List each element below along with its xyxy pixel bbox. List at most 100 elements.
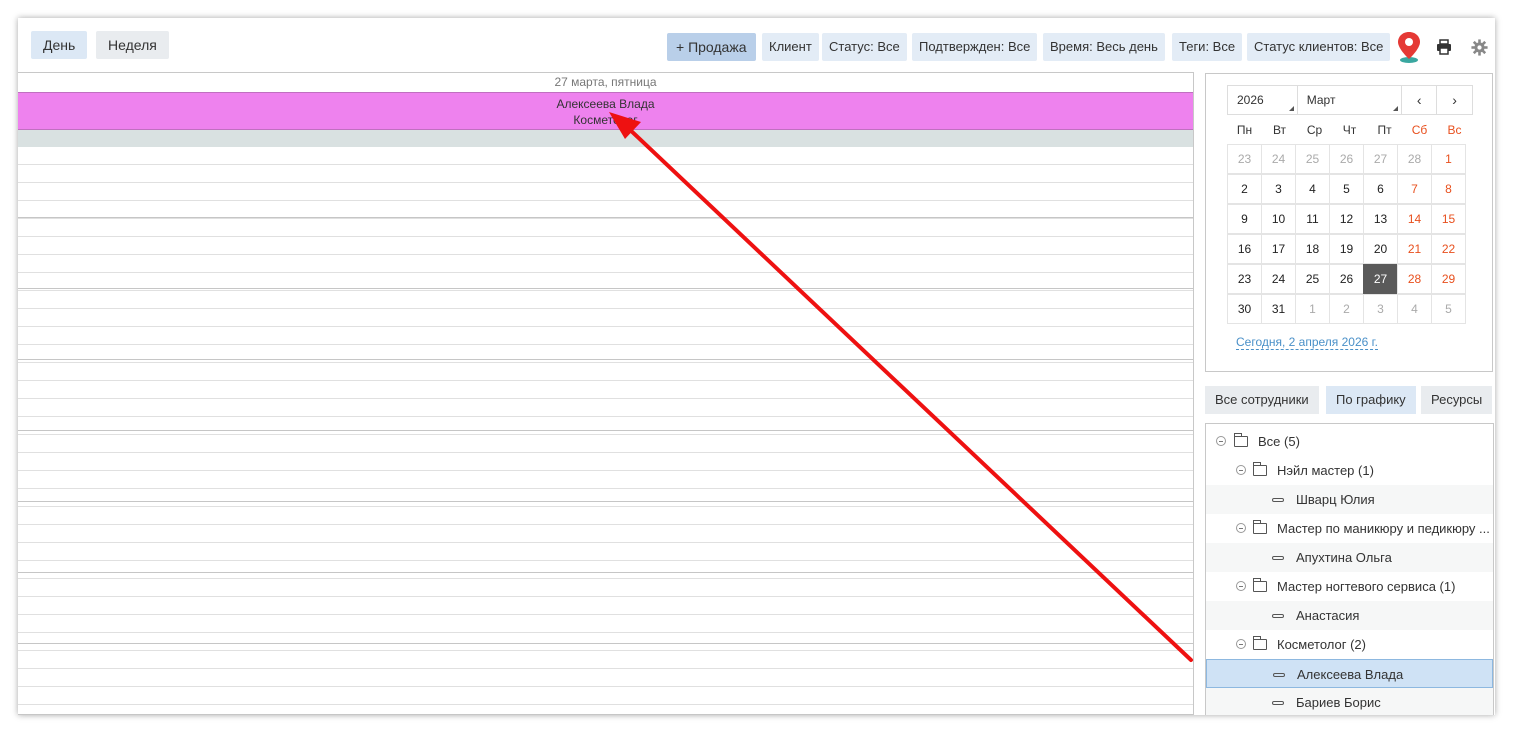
calendar-day[interactable]: 31 <box>1261 294 1296 324</box>
location-pin-icon[interactable] <box>1396 30 1422 64</box>
calendar-day[interactable]: 26 <box>1329 264 1364 294</box>
calendar-week: 30 31 1 2 3 4 5 <box>1227 294 1473 325</box>
month-select[interactable]: Март <box>1298 86 1403 114</box>
tree-employee[interactable]: Алексеева Влада <box>1206 659 1493 688</box>
calendar-day[interactable]: 28 <box>1397 264 1432 294</box>
calendar-day[interactable]: 5 <box>1431 294 1466 324</box>
tree-employee[interactable]: Апухтина Ольга <box>1206 543 1493 572</box>
tree-group-label: Мастер по маникюру и педикюру ... <box>1277 521 1490 536</box>
folder-icon <box>1253 520 1267 534</box>
calendar-day[interactable]: 2 <box>1227 174 1262 204</box>
all-day-row[interactable] <box>18 130 1193 147</box>
add-sale-button[interactable]: + Продажа <box>667 33 756 61</box>
tree-group-label: Мастер ногтевого сервиса (1) <box>1277 579 1456 594</box>
calendar-day[interactable]: 23 <box>1227 264 1262 294</box>
weekday-label: Ср <box>1306 123 1323 137</box>
calendar-day[interactable]: 23 <box>1227 144 1262 174</box>
calendar-day[interactable]: 3 <box>1261 174 1296 204</box>
calendar-day[interactable]: 4 <box>1397 294 1432 324</box>
day-view-button[interactable]: День <box>31 31 88 59</box>
tree-employee-label: Анастасия <box>1296 608 1360 623</box>
tree-group-label: Нэйл мастер (1) <box>1277 463 1374 478</box>
calendar-day[interactable]: 21 <box>1397 234 1432 264</box>
tab-all-staff[interactable]: Все сотрудники <box>1205 386 1319 414</box>
calendar-day[interactable]: 24 <box>1261 144 1296 174</box>
client-status-filter-button[interactable]: Статус клиентов: Все <box>1247 33 1391 61</box>
calendar-week: 2345678 <box>1227 174 1473 205</box>
tab-resources[interactable]: Ресурсы <box>1421 386 1493 414</box>
tree-employee-label: Шварц Юлия <box>1296 492 1375 507</box>
tree-group[interactable]: Косметолог (2) <box>1206 630 1493 659</box>
calendar-day[interactable]: 11 <box>1295 204 1330 234</box>
tree-employee-label: Алексеева Влада <box>1297 667 1404 682</box>
tree-group[interactable]: Нэйл мастер (1) <box>1206 456 1493 485</box>
calendar-day[interactable]: 25 <box>1295 144 1330 174</box>
calendar-week: 16 17 18 19 20 21 22 <box>1227 234 1473 265</box>
calendar-day[interactable]: 26 <box>1329 144 1364 174</box>
calendar-day[interactable]: 25 <box>1295 264 1330 294</box>
weekday-label: Сб <box>1411 123 1428 137</box>
tree-group[interactable]: Мастер ногтевого сервиса (1) <box>1206 572 1493 601</box>
status-filter-button[interactable]: Статус: Все <box>822 33 907 61</box>
chevron-right-icon[interactable]: › <box>1437 86 1472 114</box>
calendar-day[interactable]: 29 <box>1431 264 1466 294</box>
time-filter-button[interactable]: Время: Весь день <box>1043 33 1165 61</box>
calendar-day[interactable]: 1 <box>1295 294 1330 324</box>
mini-calendar-panel: 2026 Март ‹ › Пн Вт Ср Чт Пт Сб Вс 23 24 25 26 27 2… <box>1205 73 1493 372</box>
resource-role: Косметолог <box>573 113 638 127</box>
tree-employee[interactable]: Шварц Юлия <box>1206 485 1493 514</box>
week-view-button[interactable]: Неделя <box>96 31 169 59</box>
tree-group[interactable]: Все (5) <box>1206 427 1493 456</box>
collapse-icon[interactable] <box>1236 639 1246 649</box>
collapse-icon[interactable] <box>1236 465 1246 475</box>
calendar-day[interactable]: 27 <box>1363 144 1398 174</box>
calendar-day[interactable]: 9 <box>1227 204 1262 234</box>
calendar-day[interactable]: 4 <box>1295 174 1330 204</box>
calendar-day[interactable]: 1 <box>1431 144 1466 174</box>
collapse-icon[interactable] <box>1236 581 1246 591</box>
calendar-days: 23 24 25 26 27 28 1 2 3 4 5 6 7 8 9 10 11 12 13 14 15 16 17 18 1… <box>1227 144 1473 325</box>
calendar-header: 2026 Март ‹ › <box>1227 85 1473 115</box>
folder-icon <box>1253 636 1267 650</box>
tags-filter-button[interactable]: Теги: Все <box>1172 33 1243 61</box>
calendar-day[interactable]: 20 <box>1363 234 1398 264</box>
printer-icon[interactable] <box>1434 34 1454 60</box>
gear-icon[interactable] <box>1468 34 1490 60</box>
calendar-day[interactable]: 18 <box>1295 234 1330 264</box>
calendar-day[interactable]: 17 <box>1261 234 1296 264</box>
calendar-day[interactable]: 13 <box>1363 204 1398 234</box>
calendar-day[interactable]: 12 <box>1329 204 1364 234</box>
tree-employee-label: Апухтина Ольга <box>1296 550 1392 565</box>
calendar-day[interactable]: 7 <box>1397 174 1432 204</box>
confirmed-filter-button[interactable]: Подтвержден: Все <box>912 33 1038 61</box>
calendar-day[interactable]: 2 <box>1329 294 1364 324</box>
calendar-day[interactable]: 14 <box>1397 204 1432 234</box>
collapse-icon[interactable] <box>1236 523 1246 533</box>
today-link[interactable]: Сегодня, 2 апреля 2026 г. <box>1236 335 1378 350</box>
calendar-day[interactable]: 30 <box>1227 294 1262 324</box>
calendar-day[interactable]: 28 <box>1397 144 1432 174</box>
collapse-icon[interactable] <box>1216 436 1226 446</box>
calendar-day[interactable]: 24 <box>1261 264 1296 294</box>
calendar-day[interactable]: 5 <box>1329 174 1364 204</box>
tab-by-schedule[interactable]: По графику <box>1326 386 1416 414</box>
client-filter-button[interactable]: Клиент <box>762 33 819 61</box>
year-select[interactable]: 2026 <box>1228 86 1298 114</box>
calendar-day[interactable]: 15 <box>1431 204 1466 234</box>
tree-group[interactable]: Мастер по маникюру и педикюру ... <box>1206 514 1493 543</box>
calendar-day[interactable]: 3 <box>1363 294 1398 324</box>
calendar-day[interactable]: 8 <box>1431 174 1466 204</box>
calendar-day[interactable]: 10 <box>1261 204 1296 234</box>
tree-employee[interactable]: Анастасия <box>1206 601 1493 630</box>
resource-header[interactable]: Алексеева Влада Косметолог <box>18 92 1193 130</box>
employee-icon <box>1272 701 1284 705</box>
tree-employee[interactable]: Бариев Борис <box>1206 688 1493 715</box>
calendar-week: 23 24 25 26 27 28 29 <box>1227 264 1473 295</box>
calendar-day[interactable]: 27 <box>1363 264 1398 294</box>
calendar-day[interactable]: 19 <box>1329 234 1364 264</box>
calendar-day[interactable]: 22 <box>1431 234 1466 264</box>
time-slot-grid[interactable] <box>18 147 1193 715</box>
calendar-day[interactable]: 6 <box>1363 174 1398 204</box>
chevron-left-icon[interactable]: ‹ <box>1402 86 1438 114</box>
calendar-day[interactable]: 16 <box>1227 234 1262 264</box>
